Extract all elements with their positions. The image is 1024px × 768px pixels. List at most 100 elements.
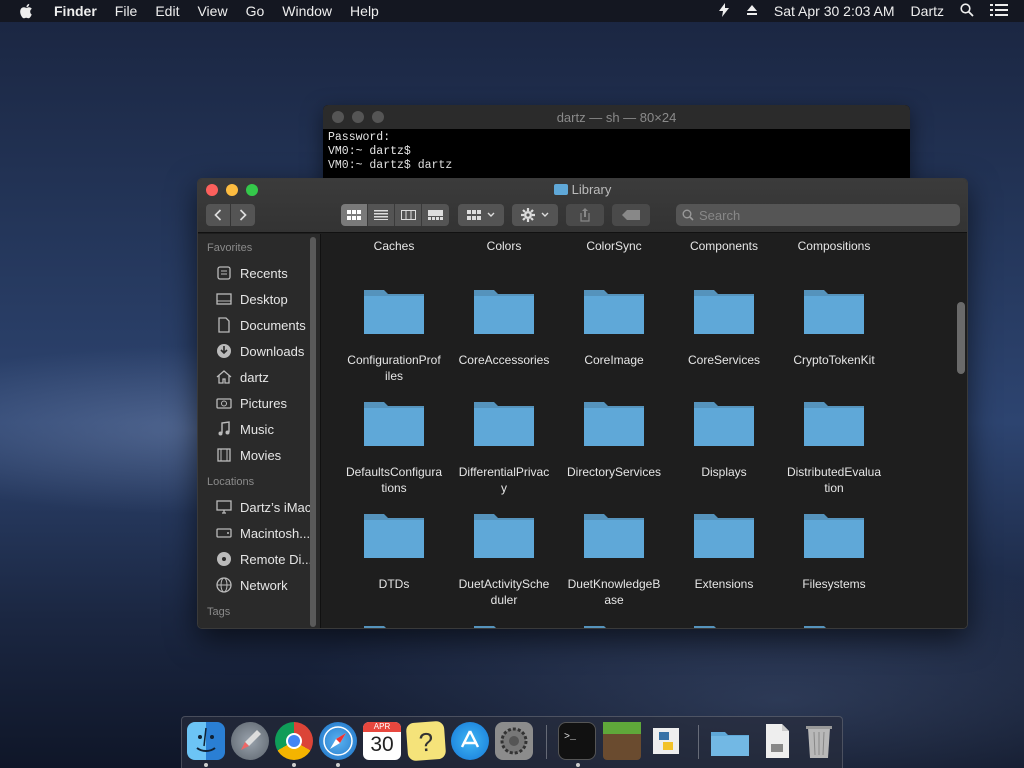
sidebar-section-tags: Tags bbox=[207, 606, 231, 618]
folder-icon bbox=[474, 514, 534, 558]
spotlight-search-icon[interactable] bbox=[960, 2, 974, 20]
folder-item[interactable]: DefaultsConfigura tions bbox=[339, 398, 449, 496]
folder-name: DuetActivitySche bbox=[458, 577, 550, 591]
gallery-view-button[interactable] bbox=[422, 204, 449, 226]
folder-item[interactable]: Colors bbox=[449, 238, 559, 254]
dock-system-preferences-icon[interactable] bbox=[495, 722, 533, 760]
user-menu[interactable]: Dartz bbox=[911, 3, 944, 19]
folder-item[interactable]: CoreImage bbox=[559, 286, 669, 368]
folder-item[interactable]: Caches bbox=[339, 238, 449, 254]
search-input[interactable] bbox=[699, 207, 899, 223]
dock-finder-icon[interactable] bbox=[187, 722, 225, 760]
eject-icon[interactable] bbox=[746, 3, 758, 19]
folder-item[interactable]: ConfigurationProf iles bbox=[339, 286, 449, 384]
sidebar-item-recents[interactable]: Recents bbox=[198, 260, 320, 286]
menu-edit[interactable]: Edit bbox=[155, 3, 179, 19]
menu-help[interactable]: Help bbox=[350, 3, 379, 19]
folder-item[interactable]: Displays bbox=[669, 398, 779, 480]
list-view-button[interactable] bbox=[368, 204, 395, 226]
sidebar-item-movies[interactable]: Movies bbox=[198, 442, 320, 468]
dock-calendar-icon[interactable]: APR 30 bbox=[363, 722, 401, 760]
folder-item[interactable]: CoreServices bbox=[669, 286, 779, 368]
notification-center-icon[interactable] bbox=[990, 3, 1008, 19]
folder-item[interactable]: DTDs bbox=[339, 510, 449, 592]
tag-icon bbox=[622, 210, 640, 220]
sidebar-scrollbar[interactable] bbox=[310, 237, 316, 627]
folder-icon bbox=[694, 402, 754, 446]
sidebar-item-pictures[interactable]: Pictures bbox=[198, 390, 320, 416]
terminal-titlebar[interactable]: dartz — sh — 80×24 bbox=[323, 105, 910, 129]
file-browser[interactable]: Caches Colors ColorSync Components Compositi… bbox=[322, 234, 967, 628]
folder-item[interactable]: CryptoTokenKit bbox=[779, 286, 889, 368]
action-button[interactable] bbox=[512, 204, 558, 226]
grid-icon bbox=[347, 210, 361, 220]
group-by-button[interactable] bbox=[458, 204, 504, 226]
sidebar-item-label: Recents bbox=[240, 265, 288, 281]
dock-python-icon[interactable] bbox=[647, 722, 685, 760]
folder-item[interactable]: Filesystems bbox=[779, 510, 889, 592]
back-button[interactable] bbox=[206, 204, 230, 226]
finder-titlebar[interactable]: Library bbox=[198, 179, 967, 233]
dock-safari-icon[interactable] bbox=[319, 722, 357, 760]
content-scrollbar[interactable] bbox=[957, 302, 965, 374]
sidebar-item-desktop[interactable]: Desktop bbox=[198, 286, 320, 312]
folder-item[interactable]: CoreAccessories bbox=[449, 286, 559, 368]
dock-file-icon[interactable] bbox=[758, 722, 796, 760]
terminal-window[interactable]: dartz — sh — 80×24 Password: VM0:~ dartz… bbox=[323, 105, 910, 185]
sidebar-item-label: Music bbox=[240, 421, 274, 437]
forward-button[interactable] bbox=[231, 204, 255, 226]
folder-item[interactable]: DistributedEvalua tion bbox=[779, 398, 889, 496]
folder-item[interactable]: DuetKnowledgeB ase bbox=[559, 510, 669, 608]
sidebar-item-remote-disc[interactable]: Remote Di... bbox=[198, 546, 320, 572]
folder-name-line2: tions bbox=[381, 481, 407, 495]
menu-go[interactable]: Go bbox=[246, 3, 265, 19]
clock[interactable]: Sat Apr 30 2:03 AM bbox=[774, 3, 895, 19]
gear-icon bbox=[521, 208, 535, 222]
folder-item[interactable]: Components bbox=[669, 238, 779, 254]
dock-help-icon[interactable]: ? bbox=[405, 720, 447, 762]
dock-app-store-icon[interactable] bbox=[451, 722, 489, 760]
dock-folder-icon[interactable] bbox=[710, 722, 749, 760]
folder-item[interactable]: Compositions bbox=[779, 238, 889, 254]
folder-item[interactable] bbox=[559, 622, 669, 628]
folder-name-line2: ase bbox=[604, 593, 624, 607]
folder-item[interactable] bbox=[449, 622, 559, 628]
extension-icon[interactable] bbox=[718, 2, 730, 20]
apple-menu-icon[interactable] bbox=[19, 3, 39, 19]
folder-item[interactable]: DirectoryServices bbox=[559, 398, 669, 480]
sidebar-item-music[interactable]: Music bbox=[198, 416, 320, 442]
search-field[interactable] bbox=[676, 204, 960, 226]
dock-launchpad-icon[interactable] bbox=[231, 722, 269, 760]
dock-terminal-icon[interactable]: >_ bbox=[558, 722, 596, 760]
sidebar-item-documents[interactable]: Documents bbox=[198, 312, 320, 338]
sidebar-item-network[interactable]: Network bbox=[198, 572, 320, 598]
folder-item[interactable] bbox=[779, 622, 889, 628]
sidebar-item-label: dartz bbox=[240, 369, 269, 385]
dock-trash-icon[interactable] bbox=[800, 722, 838, 760]
folder-item[interactable] bbox=[669, 622, 779, 628]
menu-file[interactable]: File bbox=[115, 3, 138, 19]
view-mode-control bbox=[341, 204, 449, 226]
sidebar-item-macintosh-hd[interactable]: Macintosh... bbox=[198, 520, 320, 546]
finder-window[interactable]: Library Search Favorites Recents Desktop… bbox=[197, 178, 968, 629]
edit-tags-button[interactable] bbox=[612, 204, 650, 226]
share-button[interactable] bbox=[566, 204, 604, 226]
folder-item[interactable]: DuetActivitySche duler bbox=[449, 510, 559, 608]
folder-item[interactable] bbox=[339, 622, 449, 628]
sidebar-item-home[interactable]: dartz bbox=[198, 364, 320, 390]
dock-chrome-icon[interactable] bbox=[275, 722, 313, 760]
column-view-button[interactable] bbox=[395, 204, 422, 226]
folder-icon bbox=[694, 514, 754, 558]
menu-view[interactable]: View bbox=[197, 3, 227, 19]
menu-window[interactable]: Window bbox=[282, 3, 332, 19]
folder-name-line2: tion bbox=[824, 481, 844, 495]
folder-item[interactable]: ColorSync bbox=[559, 238, 669, 254]
terminal-output[interactable]: Password: VM0:~ dartz$ VM0:~ dartz$ dart… bbox=[323, 129, 910, 175]
sidebar-item-imac[interactable]: Dartz’s iMac bbox=[198, 494, 320, 520]
folder-item[interactable]: DifferentialPrivac y bbox=[449, 398, 559, 496]
sidebar-item-downloads[interactable]: Downloads bbox=[198, 338, 320, 364]
menu-finder[interactable]: Finder bbox=[54, 3, 97, 19]
dock-minecraft-icon[interactable] bbox=[603, 722, 641, 760]
folder-item[interactable]: Extensions bbox=[669, 510, 779, 592]
icon-view-button[interactable] bbox=[341, 204, 368, 226]
